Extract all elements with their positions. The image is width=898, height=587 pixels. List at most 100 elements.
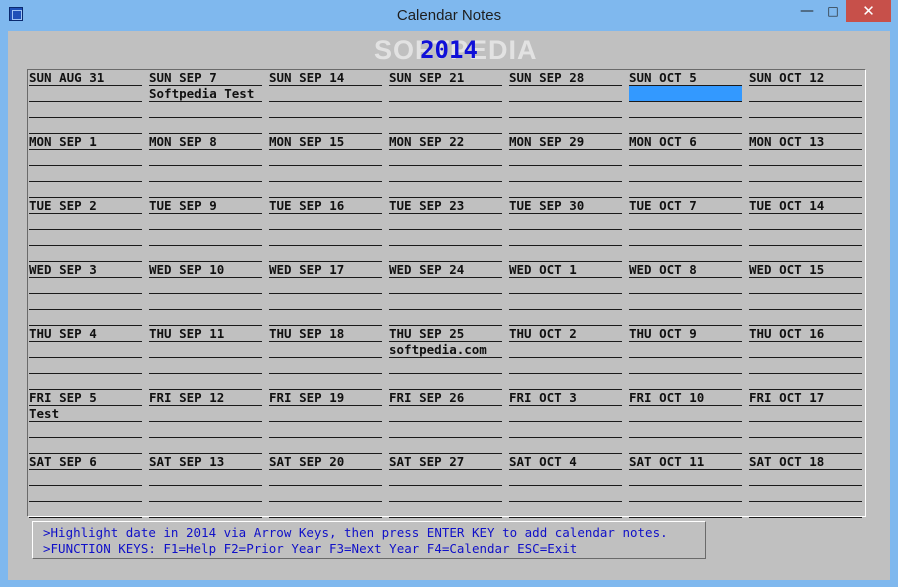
day-cell[interactable]: MON OCT 6 xyxy=(629,134,742,198)
note-line[interactable] xyxy=(629,502,742,518)
day-label[interactable]: MON SEP 8 xyxy=(149,134,262,150)
note-line[interactable] xyxy=(149,214,262,230)
day-label[interactable]: TUE OCT 7 xyxy=(629,198,742,214)
note-line[interactable] xyxy=(749,422,862,438)
day-label[interactable]: MON SEP 1 xyxy=(29,134,142,150)
note-line[interactable] xyxy=(269,358,382,374)
day-cell[interactable]: SUN SEP 21 xyxy=(389,70,502,134)
note-line[interactable]: softpedia.com xyxy=(389,342,502,358)
note-line[interactable] xyxy=(749,406,862,422)
note-line[interactable] xyxy=(269,470,382,486)
note-line[interactable] xyxy=(389,230,502,246)
note-line[interactable] xyxy=(149,166,262,182)
day-label[interactable]: SAT SEP 27 xyxy=(389,454,502,470)
day-cell[interactable]: WED OCT 15 xyxy=(749,262,862,326)
note-line[interactable] xyxy=(269,294,382,310)
note-line[interactable] xyxy=(269,422,382,438)
note-line[interactable] xyxy=(389,150,502,166)
note-line[interactable] xyxy=(389,310,502,326)
note-line[interactable] xyxy=(749,486,862,502)
day-cell[interactable]: SUN AUG 31 xyxy=(29,70,142,134)
note-line[interactable] xyxy=(29,214,142,230)
note-line[interactable] xyxy=(749,230,862,246)
day-cell[interactable]: TUE SEP 2 xyxy=(29,198,142,262)
note-line[interactable] xyxy=(149,294,262,310)
day-label[interactable]: THU SEP 25 xyxy=(389,326,502,342)
note-line[interactable] xyxy=(389,166,502,182)
note-line[interactable] xyxy=(749,118,862,134)
day-label[interactable]: THU OCT 9 xyxy=(629,326,742,342)
day-label[interactable]: SUN SEP 28 xyxy=(509,70,622,86)
note-line[interactable] xyxy=(509,358,622,374)
note-line[interactable] xyxy=(269,86,382,102)
day-cell[interactable]: TUE OCT 14 xyxy=(749,198,862,262)
note-line[interactable] xyxy=(29,294,142,310)
day-label[interactable]: MON SEP 22 xyxy=(389,134,502,150)
day-cell[interactable]: THU SEP 25 softpedia.com xyxy=(389,326,502,390)
note-line[interactable] xyxy=(149,438,262,454)
note-line[interactable] xyxy=(629,358,742,374)
day-cell[interactable]: SAT SEP 13 xyxy=(149,454,262,518)
note-line[interactable] xyxy=(509,166,622,182)
note-line[interactable] xyxy=(749,182,862,198)
note-line[interactable] xyxy=(149,102,262,118)
day-label[interactable]: WED OCT 1 xyxy=(509,262,622,278)
note-line[interactable] xyxy=(749,86,862,102)
day-cell[interactable]: TUE SEP 23 xyxy=(389,198,502,262)
note-line[interactable] xyxy=(749,214,862,230)
day-cell[interactable]: SUN OCT 5 xyxy=(629,70,742,134)
day-cell[interactable]: WED SEP 10 xyxy=(149,262,262,326)
note-line[interactable] xyxy=(269,166,382,182)
day-label[interactable]: TUE SEP 2 xyxy=(29,198,142,214)
note-line[interactable] xyxy=(389,86,502,102)
note-line[interactable] xyxy=(29,150,142,166)
note-line[interactable] xyxy=(509,214,622,230)
note-line[interactable] xyxy=(509,182,622,198)
note-line[interactable] xyxy=(629,470,742,486)
note-line[interactable] xyxy=(629,278,742,294)
note-line[interactable] xyxy=(269,182,382,198)
note-line[interactable] xyxy=(509,294,622,310)
day-label[interactable]: SAT OCT 4 xyxy=(509,454,622,470)
note-line[interactable] xyxy=(29,166,142,182)
note-line[interactable] xyxy=(509,246,622,262)
day-cell[interactable]: WED OCT 8 xyxy=(629,262,742,326)
note-line[interactable] xyxy=(629,374,742,390)
note-line[interactable] xyxy=(749,342,862,358)
note-line[interactable] xyxy=(269,486,382,502)
note-line[interactable] xyxy=(509,342,622,358)
day-label[interactable]: TUE SEP 16 xyxy=(269,198,382,214)
note-line[interactable] xyxy=(509,438,622,454)
day-label[interactable]: TUE SEP 23 xyxy=(389,198,502,214)
note-line[interactable] xyxy=(149,310,262,326)
day-label[interactable]: TUE SEP 9 xyxy=(149,198,262,214)
note-line[interactable] xyxy=(29,310,142,326)
note-line[interactable] xyxy=(509,118,622,134)
note-line[interactable] xyxy=(389,470,502,486)
day-cell[interactable]: MON SEP 22 xyxy=(389,134,502,198)
day-cell[interactable]: FRI SEP 19 xyxy=(269,390,382,454)
note-line[interactable] xyxy=(149,374,262,390)
note-line[interactable] xyxy=(629,406,742,422)
note-line[interactable] xyxy=(29,118,142,134)
day-label[interactable]: SUN SEP 21 xyxy=(389,70,502,86)
day-cell[interactable]: MON SEP 29 xyxy=(509,134,622,198)
note-line[interactable] xyxy=(389,182,502,198)
minimize-button[interactable]: — xyxy=(794,0,820,22)
day-cell[interactable]: WED SEP 17 xyxy=(269,262,382,326)
day-label[interactable]: THU SEP 11 xyxy=(149,326,262,342)
day-label[interactable]: THU SEP 18 xyxy=(269,326,382,342)
note-line[interactable] xyxy=(629,118,742,134)
day-cell[interactable]: TUE OCT 7 xyxy=(629,198,742,262)
note-line[interactable] xyxy=(629,150,742,166)
day-label[interactable]: THU OCT 16 xyxy=(749,326,862,342)
note-line[interactable] xyxy=(149,422,262,438)
note-line[interactable] xyxy=(149,278,262,294)
note-line[interactable] xyxy=(29,486,142,502)
note-line[interactable] xyxy=(389,246,502,262)
note-line[interactable] xyxy=(269,310,382,326)
note-line[interactable] xyxy=(29,278,142,294)
note-line[interactable] xyxy=(29,502,142,518)
note-line[interactable] xyxy=(149,118,262,134)
note-line[interactable] xyxy=(509,502,622,518)
